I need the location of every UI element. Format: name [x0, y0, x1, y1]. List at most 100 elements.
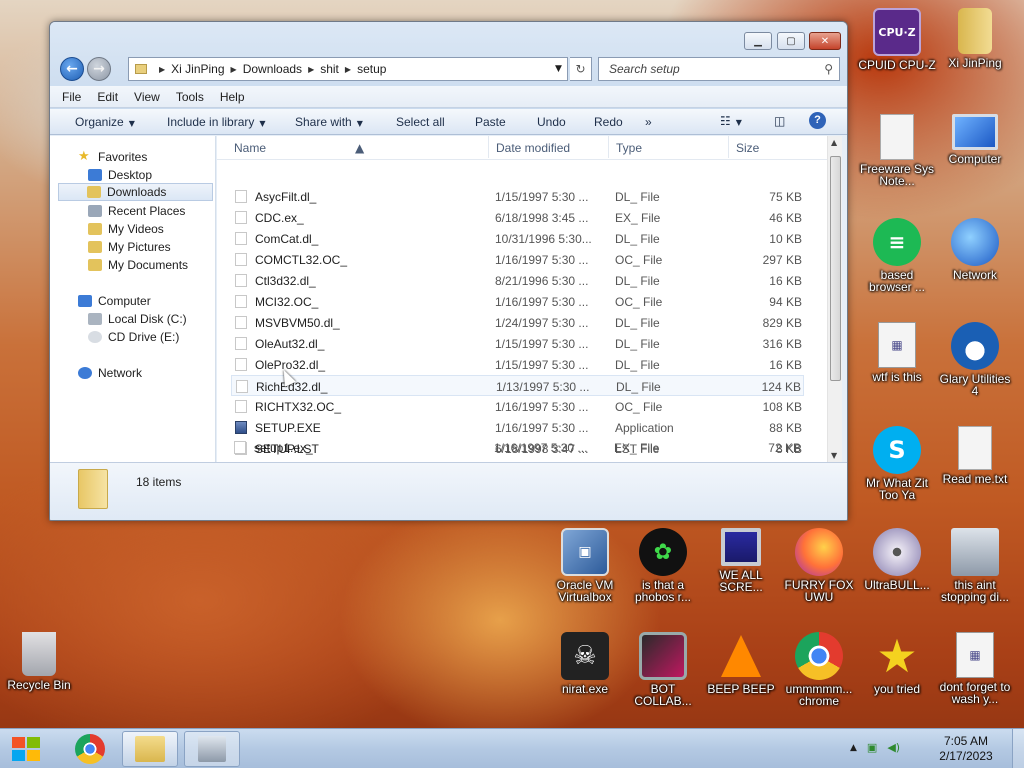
file-list-scrollbar[interactable]: ▲ ▼ — [827, 136, 842, 462]
desktop-icon-vlc[interactable]: BEEP BEEP — [702, 632, 780, 695]
desktop-icon-phobos[interactable]: ✿ is that a phobos r... — [624, 528, 702, 603]
desktop-icon-skype[interactable]: S Mr What Zit Too Ya — [858, 426, 936, 501]
change-view-button[interactable]: ☷ ▼ — [720, 114, 742, 128]
breadcrumb-item[interactable]: shit — [320, 62, 339, 76]
volume-icon[interactable]: ◀) — [887, 741, 900, 754]
select-all-button[interactable]: Select all — [396, 115, 445, 129]
file-row[interactable]: MCI32.OC_ 1/16/1997 5:30 ... OC_ File 94 KB — [231, 291, 804, 312]
share-with-button[interactable]: Share with ▼ — [295, 115, 363, 129]
desktop-icon-freeware-notes[interactable]: Freeware Sys Note... — [858, 114, 936, 187]
desktop-icon-we-all-scream[interactable]: WE ALL SCRE... — [702, 528, 780, 593]
nav-network[interactable]: Network — [78, 364, 142, 382]
firefox-icon — [795, 528, 843, 576]
nav-local-disk[interactable]: Local Disk (C:) — [88, 310, 187, 328]
file-row[interactable]: AsycFilt.dl_ 1/15/1997 5:30 ... DL_ File 75… — [231, 186, 804, 207]
desktop-icon-computer[interactable]: Computer — [936, 114, 1014, 165]
desktop-icon-cpuz[interactable]: CPU·Z CPUID CPU-Z — [858, 8, 936, 71]
nav-my-pictures[interactable]: My Pictures — [88, 238, 171, 256]
desktop-icon-readme[interactable]: Read me.txt — [936, 426, 1014, 485]
organize-button[interactable]: Organize ▼ — [75, 115, 135, 129]
nav-my-documents[interactable]: My Documents — [88, 256, 188, 274]
desktop-icon-this-aint-stopping[interactable]: this aint stopping di... — [936, 528, 1014, 603]
file-row[interactable]: ComCat.dl_ 10/31/1996 5:30... DL_ File 10 K… — [231, 228, 804, 249]
taskbar-setup[interactable] — [184, 731, 240, 767]
desktop-icon-user-folder[interactable]: Xi JinPing — [936, 8, 1014, 69]
search-input[interactable]: Search setup ⚲ — [598, 57, 840, 81]
column-divider[interactable] — [488, 136, 489, 158]
help-button[interactable]: ? — [809, 112, 826, 129]
forward-button[interactable]: → — [87, 57, 111, 81]
file-row[interactable]: COMCTL32.OC_ 1/16/1997 5:30 ... OC_ File 29… — [231, 249, 804, 270]
close-button[interactable]: ✕ — [809, 32, 841, 50]
column-name[interactable]: Name — [234, 141, 266, 155]
file-row[interactable]: OleAut32.dl_ 1/15/1997 5:30 ... DL_ File 31… — [231, 333, 804, 354]
file-row[interactable]: MSVBVM50.dl_ 1/24/1997 5:30 ... DL_ File 82… — [231, 312, 804, 333]
show-desktop-button[interactable] — [1012, 729, 1024, 768]
address-bar[interactable]: ▶ Xi JinPing ▶ Downloads ▶ shit ▶ setup — [128, 57, 568, 81]
more-commands-button[interactable]: » — [645, 115, 652, 129]
redo-button[interactable]: Redo — [594, 115, 623, 129]
menu-tools[interactable]: Tools — [176, 90, 204, 104]
minimize-button[interactable]: ▁ — [744, 32, 772, 50]
column-divider[interactable] — [728, 136, 729, 158]
nav-favorites[interactable]: ★ Favorites — [78, 148, 147, 166]
nav-downloads[interactable]: Downloads — [58, 183, 213, 201]
nav-desktop[interactable]: Desktop — [88, 166, 152, 184]
file-name: SETUP.EXE — [255, 421, 321, 435]
breadcrumb-item[interactable]: Xi JinPing — [171, 62, 224, 76]
refresh-button[interactable]: ↻ — [570, 57, 592, 81]
file-name: setup1.ex_ — [254, 441, 313, 455]
desktop-icon-chrome[interactable]: ummmmm... chrome — [780, 632, 858, 707]
desktop-icon-glary[interactable]: Glary Utilities 4 — [936, 322, 1014, 397]
column-divider[interactable] — [608, 136, 609, 158]
nav-computer[interactable]: Computer — [78, 292, 151, 310]
breadcrumb-item[interactable]: setup — [357, 62, 386, 76]
address-history-dropdown[interactable]: ▼ — [555, 64, 562, 74]
menu-help[interactable]: Help — [220, 90, 245, 104]
file-row[interactable]: CDC.ex_ 6/18/1998 3:45 ... EX_ File 46 KB — [231, 207, 804, 228]
file-row[interactable]: SETUP.EXE 1/16/1997 5:30 ... Application 88… — [231, 417, 804, 438]
desktop-icon-firefox[interactable]: FURRY FOX UWU — [780, 528, 858, 603]
desktop-icon-based-browser[interactable]: ≡ based browser ... — [858, 218, 936, 293]
file-name: Ctl3d32.dl_ — [255, 274, 316, 288]
desktop-icon-ultrabull[interactable]: UltraBULL... — [858, 528, 936, 591]
paste-button[interactable]: Paste — [475, 115, 506, 129]
desktop-icon-dont-forget[interactable]: ▦ dont forget to wash y... — [936, 632, 1014, 705]
menu-edit[interactable]: Edit — [97, 90, 118, 104]
start-button[interactable] — [6, 733, 46, 765]
desktop-icon-network[interactable]: Network — [936, 218, 1014, 281]
desktop-icon-virtualbox[interactable]: ▣ Oracle VM Virtualbox — [546, 528, 624, 603]
include-in-library-button[interactable]: Include in library ▼ — [167, 115, 266, 129]
back-button[interactable]: ← — [60, 57, 84, 81]
desktop-icon-recycle-bin[interactable]: Recycle Bin — [0, 632, 78, 691]
scrollbar-thumb[interactable] — [830, 156, 841, 381]
maximize-button[interactable]: ▢ — [777, 32, 805, 50]
file-row[interactable]: Ctl3d32.dl_ 8/21/1996 5:30 ... DL_ File 16 … — [231, 270, 804, 291]
taskbar-chrome[interactable] — [62, 731, 118, 767]
show-hidden-icons-button[interactable]: ▲ — [850, 743, 857, 753]
clock[interactable]: 7:05 AM 2/17/2023 — [928, 734, 1004, 764]
column-size[interactable]: Size — [736, 141, 759, 155]
file-row[interactable]: RICHTX32.OC_ 1/16/1997 5:30 ... OC_ File 10… — [231, 396, 804, 417]
file-icon — [235, 211, 247, 224]
desktop-icon-nirat[interactable]: ☠ nirat.exe — [546, 632, 624, 695]
column-type[interactable]: Type — [616, 141, 642, 155]
file-row[interactable]: setup1.ex_ 1/16/1997 5:30 ... EX_ File 7… — [230, 437, 803, 458]
desktop-icon-you-tried[interactable]: ★ you tried — [858, 629, 936, 695]
menu-file[interactable]: File — [62, 90, 81, 104]
nav-cd-drive[interactable]: CD Drive (E:) — [88, 328, 179, 346]
file-row[interactable]: RichEd32.dl_ 1/13/1997 5:30 ... DL_ File 12… — [231, 375, 804, 396]
desktop-icon-wtf[interactable]: ▦ wtf is this — [858, 322, 936, 383]
breadcrumb-item[interactable]: Downloads — [243, 62, 302, 76]
desktop-icon-bot-collab[interactable]: BOT COLLAB... — [624, 632, 702, 707]
network-status-icon[interactable]: ▣ — [867, 741, 877, 754]
column-date-modified[interactable]: Date modified — [496, 141, 570, 155]
file-row[interactable]: OlePro32.dl_ 1/15/1997 5:30 ... DL_ File 16… — [231, 354, 804, 375]
nav-my-videos[interactable]: My Videos — [88, 220, 164, 238]
menu-view[interactable]: View — [134, 90, 160, 104]
file-type: Application — [615, 421, 674, 435]
nav-recent-places[interactable]: Recent Places — [88, 202, 185, 220]
undo-button[interactable]: Undo — [537, 115, 566, 129]
taskbar-explorer[interactable] — [122, 731, 178, 767]
preview-pane-button[interactable]: ◫ — [774, 114, 785, 128]
